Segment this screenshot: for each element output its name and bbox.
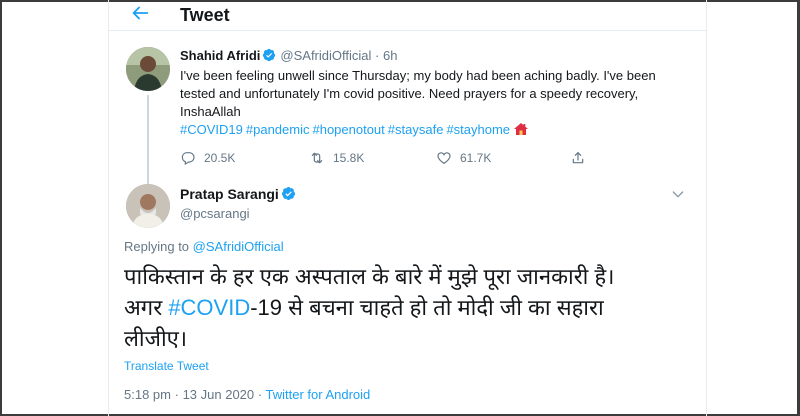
tweet-time[interactable]: 6h [383,48,397,63]
share-button[interactable] [570,148,594,168]
tweet-date[interactable]: 13 Jun 2020 [183,387,255,402]
tweet-header: Shahid Afridi @SAfridiOfficial · 6h [180,48,397,63]
tweet-text-line: पाकिस्तान के हर एक अस्पताल के बारे में म… [124,264,615,289]
translate-tweet-link[interactable]: Translate Tweet [124,359,209,373]
tweet-time[interactable]: 5:18 pm [124,387,171,402]
author-name[interactable]: Shahid Afridi [180,48,260,63]
avatar[interactable] [126,184,170,228]
tweet-text: I've been feeling unwell since Thursday;… [180,68,656,119]
page-title: Tweet [180,5,230,25]
like-button[interactable]: 61.7K [436,148,491,168]
separator: · [375,48,380,63]
retweet-count: 15.8K [333,151,365,165]
like-icon [437,152,451,165]
hashtag-link[interactable]: #pandemic [246,122,310,137]
share-icon [572,152,584,164]
author-name: Pratap Sarangi [180,186,300,202]
back-button[interactable] [129,2,155,26]
tweet-text-segment: -19 से बचना चाहते हो तो मोदी जी का सहारा [250,295,604,320]
author-handle[interactable]: @pcsarangi [180,206,250,221]
back-arrow-icon [132,6,149,20]
tweet-text-line: लीजीए। [124,326,188,351]
separator: · [174,387,179,402]
tweet-actions: 20.5K 15.8K 61.7K [180,148,690,168]
chevron-down-icon[interactable] [670,186,686,202]
hashtag-row: #COVID19 #pandemic #hopenotout #staysafe #st… [180,121,690,139]
hashtag-link[interactable]: #hopenotout [312,122,384,137]
replying-to-handle-link[interactable]: @SAfridiOfficial [193,239,284,254]
hashtag-link[interactable]: #COVID [168,295,250,320]
reply-icon [181,152,195,166]
retweet-button[interactable]: 15.8K [309,148,364,168]
separator: · [257,387,263,402]
tweet-text-segment: अगर [124,295,169,320]
replying-to: Replying to @SAfridiOfficial [124,239,284,254]
hashtag-link[interactable]: #staysafe [388,122,444,137]
tweet-metadata: 5:18 pm · 13 Jun 2020 · Twitter for Andr… [124,387,370,402]
author-handle[interactable]: @SAfridiOfficial [280,48,371,63]
house-emoji-icon [514,123,529,135]
page-header: Tweet [109,0,706,31]
hashtag-link[interactable]: #COVID19 [180,122,243,137]
tweet-text: पाकिस्तान के हर एक अस्पताल के बारे में म… [124,261,684,354]
hashtag-link[interactable]: #stayhome [446,122,510,137]
verified-badge-icon [263,48,276,62]
original-tweet[interactable]: Shahid Afridi @SAfridiOfficial · 6h I've … [109,31,706,207]
retweet-icon [311,152,323,164]
author-name-text[interactable]: Pratap Sarangi [180,186,279,202]
replying-prefix: Replying to [124,239,190,254]
verified-badge-icon [281,186,295,201]
reply-count: 20.5K [204,151,236,165]
focused-tweet: Pratap Sarangi @pcsarangi Replying to @S… [109,176,706,416]
tweet-source-link[interactable]: Twitter for Android [266,387,371,402]
reply-button[interactable]: 20.5K [180,148,235,168]
like-count: 61.7K [460,151,492,165]
avatar[interactable] [126,47,170,91]
column-border-right [706,0,707,416]
tweet-text-line: अगर #COVID-19 से बचना चाहते हो तो मोदी ज… [124,292,684,323]
